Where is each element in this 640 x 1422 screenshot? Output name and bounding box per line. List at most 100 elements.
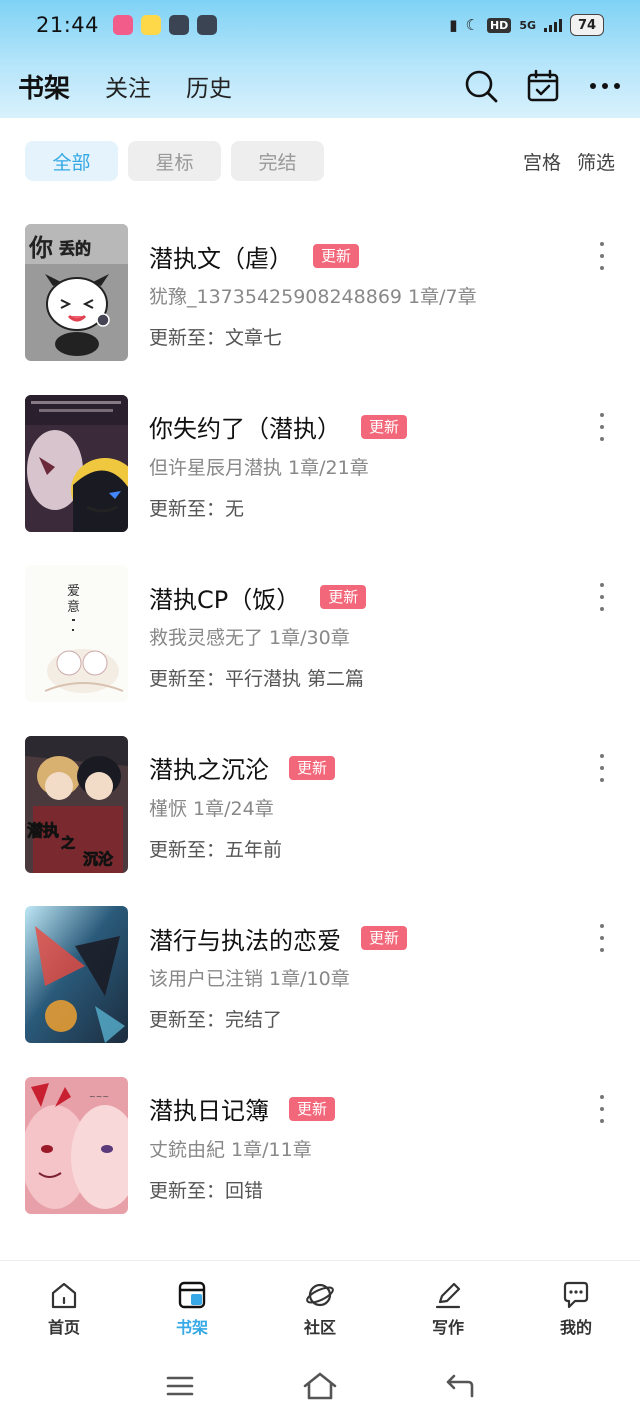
vibrate-icon: ▮ xyxy=(449,16,458,34)
book-item[interactable]: 爱 意 潜执CP（饭） 更新 救我灵感无了 1章/30章 更新至：平行潜执 第二… xyxy=(0,565,640,736)
book-info: 潜执文（虐） 更新 犹豫_13735425908248869 1章/7章 更新至… xyxy=(149,236,580,350)
svg-text:你: 你 xyxy=(28,234,53,262)
nav-label: 书架 xyxy=(175,1318,208,1337)
filter-chip-starred[interactable]: 星标 xyxy=(128,141,221,181)
book-update: 更新至：完结了 xyxy=(149,1009,283,1032)
update-badge: 更新 xyxy=(361,414,408,439)
book-list: 你 丢的 潜执文（虐） 更新 犹豫_13735425908248869 1章/7… xyxy=(0,224,640,1248)
nav-bookshelf[interactable]: 书架 xyxy=(154,1261,230,1348)
more-vertical-icon[interactable] xyxy=(594,753,610,782)
more-vertical-icon[interactable] xyxy=(594,924,610,953)
svg-text:潜执: 潜执 xyxy=(27,821,59,840)
system-nav-bar xyxy=(0,1350,640,1422)
book-update: 更新至：回错 xyxy=(149,1179,264,1202)
status-time: 21:44 xyxy=(36,13,100,37)
app-notification-icon xyxy=(113,15,134,35)
hd-icon: HD xyxy=(486,17,512,33)
book-title: 你失约了（潜执） xyxy=(149,415,341,444)
pen-icon xyxy=(432,1279,464,1311)
svg-text:爱: 爱 xyxy=(67,584,80,599)
app-notification-icon xyxy=(141,15,162,35)
tab-following[interactable]: 关注 xyxy=(105,69,151,103)
more-vertical-icon[interactable] xyxy=(594,412,610,441)
signal-icon xyxy=(544,18,562,32)
book-author-progress: 槿恹 1章/24章 xyxy=(149,797,274,820)
nav-write[interactable]: 写作 xyxy=(410,1261,486,1348)
home-icon xyxy=(48,1279,80,1311)
nav-label: 首页 xyxy=(47,1318,80,1337)
more-vertical-icon[interactable] xyxy=(594,1094,610,1123)
status-bar: 21:44 ▮ ☾ HD 5G 74 xyxy=(0,0,640,50)
book-title: 潜行与执法的恋爱 xyxy=(149,926,341,955)
update-badge: 更新 xyxy=(289,1096,336,1121)
update-badge: 更新 xyxy=(289,755,336,780)
nav-label: 社区 xyxy=(303,1318,336,1337)
book-item[interactable]: 潜执 之 沉沦 潜执之沉沦 更新 槿恹 1章/24章 更新至：五年前 xyxy=(0,735,640,907)
svg-text:~~~: ~~~ xyxy=(89,1092,109,1101)
bottom-nav: 首页 书架 社区 写作 我的 xyxy=(0,1260,640,1348)
book-update: 更新至：文章七 xyxy=(149,327,283,349)
filter-chip-finished[interactable]: 完结 xyxy=(231,141,324,181)
calendar-check-icon[interactable] xyxy=(526,69,560,103)
book-info: 潜行与执法的恋爱 更新 该用户已注销 1章/10章 更新至：完结了 xyxy=(149,918,580,1032)
book-item[interactable]: 潜行与执法的恋爱 更新 该用户已注销 1章/10章 更新至：完结了 xyxy=(0,906,640,1077)
back-icon[interactable] xyxy=(440,1366,480,1406)
tab-history[interactable]: 历史 xyxy=(186,69,232,103)
svg-text:意: 意 xyxy=(67,599,80,615)
book-info: 潜执CP（饭） 更新 救我灵感无了 1章/30章 更新至：平行潜执 第二篇 xyxy=(149,577,580,691)
book-item[interactable]: ~~~ 潜执日记簿 更新 丈銃由紀 1章/11章 更新至：回错 xyxy=(0,1076,640,1248)
top-bar: 21:44 ▮ ☾ HD 5G 74 书架 关注 历史 xyxy=(0,0,640,118)
update-badge: 更新 xyxy=(320,585,367,610)
book-cover[interactable]: 潜执 之 沉沦 xyxy=(25,735,128,873)
filter-chip-all[interactable]: 全部 xyxy=(25,141,118,181)
book-cover[interactable] xyxy=(25,394,128,532)
filter-button[interactable]: 筛选 xyxy=(577,148,615,175)
notification-icons xyxy=(113,15,218,35)
grid-view-button[interactable]: 宫格 xyxy=(523,148,561,175)
home-outline-icon[interactable] xyxy=(300,1366,340,1406)
nav-home[interactable]: 首页 xyxy=(26,1261,102,1348)
book-author-progress: 但许星辰月潜执 1章/21章 xyxy=(149,456,369,479)
header-tabs: 书架 关注 历史 xyxy=(0,60,640,112)
book-info: 潜执之沉沦 更新 槿恹 1章/24章 更新至：五年前 xyxy=(149,748,580,862)
more-horizontal-icon[interactable] xyxy=(588,69,622,103)
mail-notification-icon xyxy=(169,15,190,35)
filter-bar: 全部 星标 完结 宫格 筛选 xyxy=(0,140,640,182)
book-item[interactable]: 你 丢的 潜执文（虐） 更新 犹豫_13735425908248869 1章/7… xyxy=(0,224,640,395)
book-cover[interactable]: 你 丢的 xyxy=(25,224,128,361)
network-label: 5G xyxy=(519,18,536,32)
chat-bubble-icon xyxy=(560,1279,592,1311)
nav-community[interactable]: 社区 xyxy=(282,1261,358,1348)
book-title: 潜执之沉沦 xyxy=(149,756,269,785)
video-notification-icon xyxy=(197,15,218,35)
book-item[interactable]: 你失约了（潜执） 更新 但许星辰月潜执 1章/21章 更新至：无 xyxy=(0,394,640,566)
book-update: 更新至：平行潜执 第二篇 xyxy=(149,668,365,691)
book-author-progress: 犹豫_13735425908248869 1章/7章 xyxy=(149,286,477,308)
svg-text:丢的: 丢的 xyxy=(59,239,91,258)
book-info: 你失约了（潜执） 更新 但许星辰月潜执 1章/21章 更新至：无 xyxy=(149,407,580,521)
menu-icon[interactable] xyxy=(160,1366,200,1406)
planet-icon xyxy=(304,1279,336,1311)
book-update: 更新至：五年前 xyxy=(149,838,283,861)
search-icon[interactable] xyxy=(464,69,498,103)
update-badge: 更新 xyxy=(361,926,408,951)
update-badge: 更新 xyxy=(313,244,360,268)
book-cover[interactable] xyxy=(25,906,128,1044)
book-update: 更新至：无 xyxy=(149,497,245,520)
book-cover[interactable]: 爱 意 xyxy=(25,565,128,703)
tab-bookshelf[interactable]: 书架 xyxy=(18,68,70,105)
book-info: 潜执日记簿 更新 丈銃由紀 1章/11章 更新至：回错 xyxy=(149,1089,580,1203)
nav-profile[interactable]: 我的 xyxy=(538,1261,614,1348)
book-author-progress: 该用户已注销 1章/10章 xyxy=(149,968,350,991)
book-title: 潜执日记簿 xyxy=(149,1097,269,1126)
book-title: 潜执文（虐） xyxy=(149,244,293,273)
book-cover[interactable]: ~~~ xyxy=(25,1076,128,1214)
more-vertical-icon[interactable] xyxy=(594,583,610,612)
svg-text:之: 之 xyxy=(61,835,75,852)
nav-label: 写作 xyxy=(431,1318,464,1337)
more-vertical-icon[interactable] xyxy=(594,242,610,270)
svg-text:沉沦: 沉沦 xyxy=(83,850,114,868)
nav-label: 我的 xyxy=(559,1318,592,1337)
book-title: 潜执CP（饭） xyxy=(149,585,301,614)
battery-icon: 74 xyxy=(570,14,604,36)
